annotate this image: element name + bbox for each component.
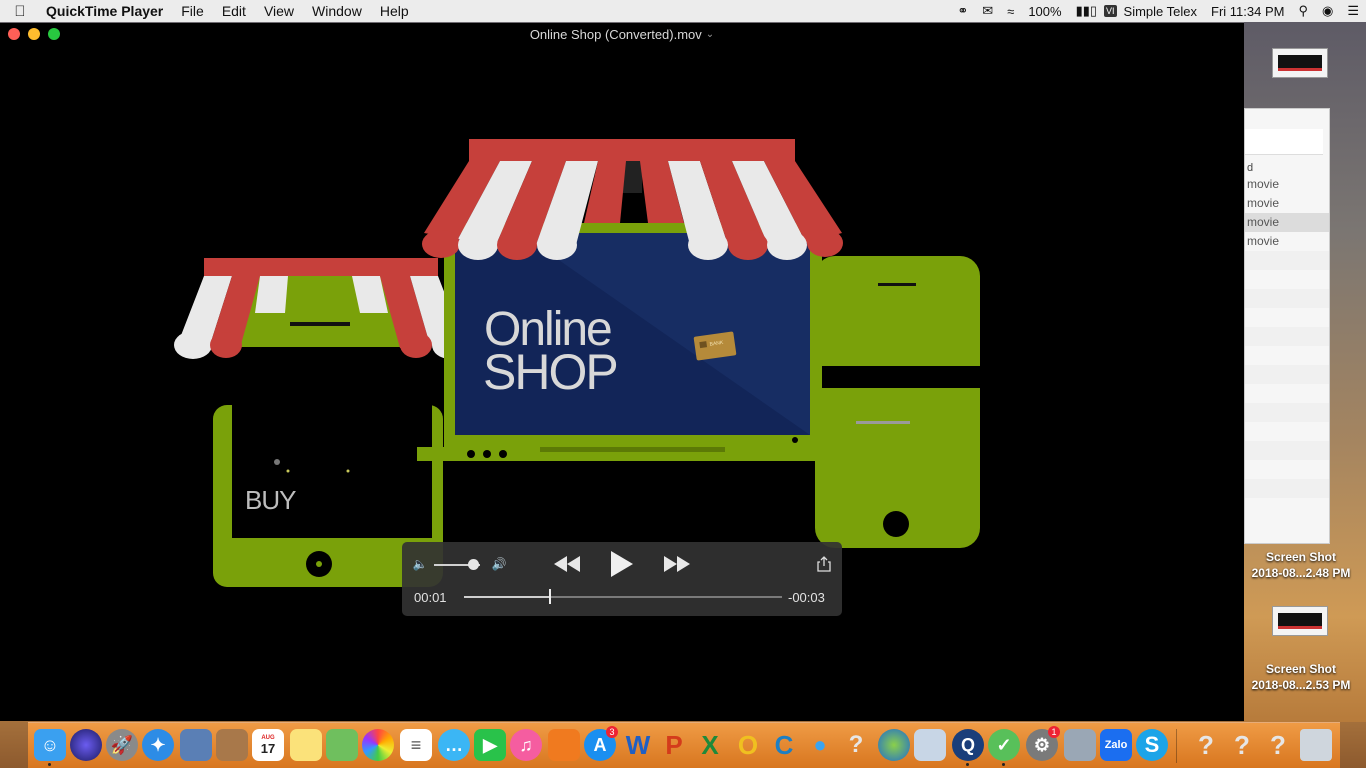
video-frame[interactable]: BANK Online SHOP BUY [0, 23, 1244, 721]
calendar-day: 17 [260, 740, 276, 756]
wifi-icon[interactable]: ≈ [1000, 4, 1021, 19]
screenshot-thumbnail[interactable] [1272, 606, 1328, 636]
word-icon[interactable]: W [622, 729, 654, 761]
apple-menu-icon[interactable]:  [0, 3, 40, 20]
menu-view[interactable]: View [255, 3, 303, 19]
zalo-icon[interactable]: Zalo [1100, 729, 1132, 761]
volume-knob[interactable] [468, 559, 480, 570]
safari-icon[interactable]: ✦ [142, 729, 174, 761]
panel-column-header: d [1247, 162, 1254, 174]
remaining-time: -00:03 [788, 590, 825, 605]
menu-file[interactable]: File [172, 3, 213, 19]
panel-row: movie [1247, 234, 1280, 248]
screenshot-label[interactable]: Screen Shot 2018-08...2.48 PM [1240, 549, 1362, 581]
screenshot-label[interactable]: Screen Shot 2018-08...2.53 PM [1240, 661, 1362, 693]
facetime-icon[interactable]: ▶ [474, 729, 506, 761]
battery-percent[interactable]: 100% [1021, 4, 1068, 19]
menu-help[interactable]: Help [371, 3, 418, 19]
unknown-stack-icon[interactable]: ? [1262, 729, 1294, 761]
playback-controls: 🔈 🔊 00:01 -00:03 [402, 542, 842, 616]
rewind-button[interactable] [552, 553, 582, 575]
share-button[interactable] [814, 554, 834, 574]
system-preferences-badge: 1 [1048, 726, 1060, 738]
background-window-panel: d movie movie movie movie [1244, 108, 1330, 544]
app-store-badge: 3 [606, 726, 618, 738]
menu-bar:  QuickTime Player File Edit View Window… [0, 0, 1366, 22]
creative-cloud-icon[interactable]: ⚭ [950, 3, 975, 19]
play-button[interactable] [608, 550, 636, 578]
vpn-app-icon[interactable]: ✓ [988, 729, 1020, 761]
clock[interactable]: Fri 11:34 PM [1204, 4, 1291, 19]
calendar-icon[interactable]: AUG 17 [252, 729, 284, 761]
preview-icon[interactable] [180, 729, 212, 761]
c-app-icon[interactable]: C [768, 729, 800, 761]
panel-row: movie [1247, 196, 1280, 210]
ibooks-icon[interactable] [548, 729, 580, 761]
reminders-icon[interactable]: ≡ [400, 729, 432, 761]
image-capture-icon[interactable] [1064, 729, 1096, 761]
buy-text: BUY [245, 485, 296, 515]
dock: ☺ 🚀 ✦ AUG 17 ≡ … ▶ ♫ A 3 W P X O C ● ? Q… [28, 722, 1340, 768]
contacts-icon[interactable] [216, 729, 248, 761]
input-source-label[interactable]: Simple Telex [1117, 4, 1204, 19]
globe-app-icon[interactable] [878, 729, 910, 761]
menu-window[interactable]: Window [303, 3, 371, 19]
quicktime-window: Online Shop (Converted).mov ⌄ BANK Onlin… [0, 23, 1244, 721]
playhead[interactable] [548, 589, 551, 604]
shop-text: SHOP [483, 344, 617, 400]
volume-high-icon[interactable]: 🔊 [488, 556, 510, 572]
timeline-scrubber[interactable] [464, 589, 782, 604]
phone-illustration [815, 256, 980, 548]
screenshot-thumbnail-top[interactable] [1272, 48, 1328, 78]
input-source-icon[interactable]: VI [1104, 5, 1117, 17]
volume-low-icon[interactable]: 🔈 [412, 556, 428, 572]
maps-icon[interactable] [326, 729, 358, 761]
quicktime-icon[interactable]: Q [952, 729, 984, 761]
finder-icon[interactable]: ☺ [34, 729, 66, 761]
people-app-icon[interactable]: ● [804, 729, 836, 761]
unknown-stack-icon[interactable]: ? [1226, 729, 1258, 761]
panel-row: movie [1247, 177, 1280, 191]
volume-slider[interactable] [434, 559, 480, 570]
spotlight-search-icon[interactable]: ⚲ [1291, 3, 1315, 19]
mail-icon[interactable]: ✉ [975, 3, 1000, 19]
photos-icon[interactable] [362, 729, 394, 761]
notes-icon[interactable] [290, 729, 322, 761]
itunes-icon[interactable]: ♫ [510, 729, 542, 761]
panel-search-field [1245, 129, 1323, 155]
notification-center-icon[interactable]: ☰ [1340, 3, 1366, 19]
siri-icon[interactable]: ◉ [1315, 3, 1340, 19]
outlook-icon[interactable]: O [732, 729, 764, 761]
skype-icon[interactable]: S [1136, 729, 1168, 761]
battery-icon[interactable]: ▮▮▯ [1069, 3, 1104, 19]
messages-icon[interactable]: … [438, 729, 470, 761]
panel-row: movie [1245, 213, 1329, 232]
timeline-progress [464, 596, 550, 598]
siri-dock-icon[interactable] [70, 729, 102, 761]
menu-edit[interactable]: Edit [213, 3, 255, 19]
unknown-stack-icon[interactable]: ? [1190, 729, 1222, 761]
app-menu[interactable]: QuickTime Player [40, 3, 172, 19]
powerpoint-icon[interactable]: P [658, 729, 690, 761]
utility-app-icon[interactable] [914, 729, 946, 761]
fast-forward-button[interactable] [662, 553, 692, 575]
elapsed-time: 00:01 [414, 590, 447, 605]
launchpad-icon[interactable]: 🚀 [106, 729, 138, 761]
trash-icon[interactable] [1300, 729, 1332, 761]
excel-icon[interactable]: X [694, 729, 726, 761]
unknown-app-icon[interactable]: ? [840, 729, 872, 761]
